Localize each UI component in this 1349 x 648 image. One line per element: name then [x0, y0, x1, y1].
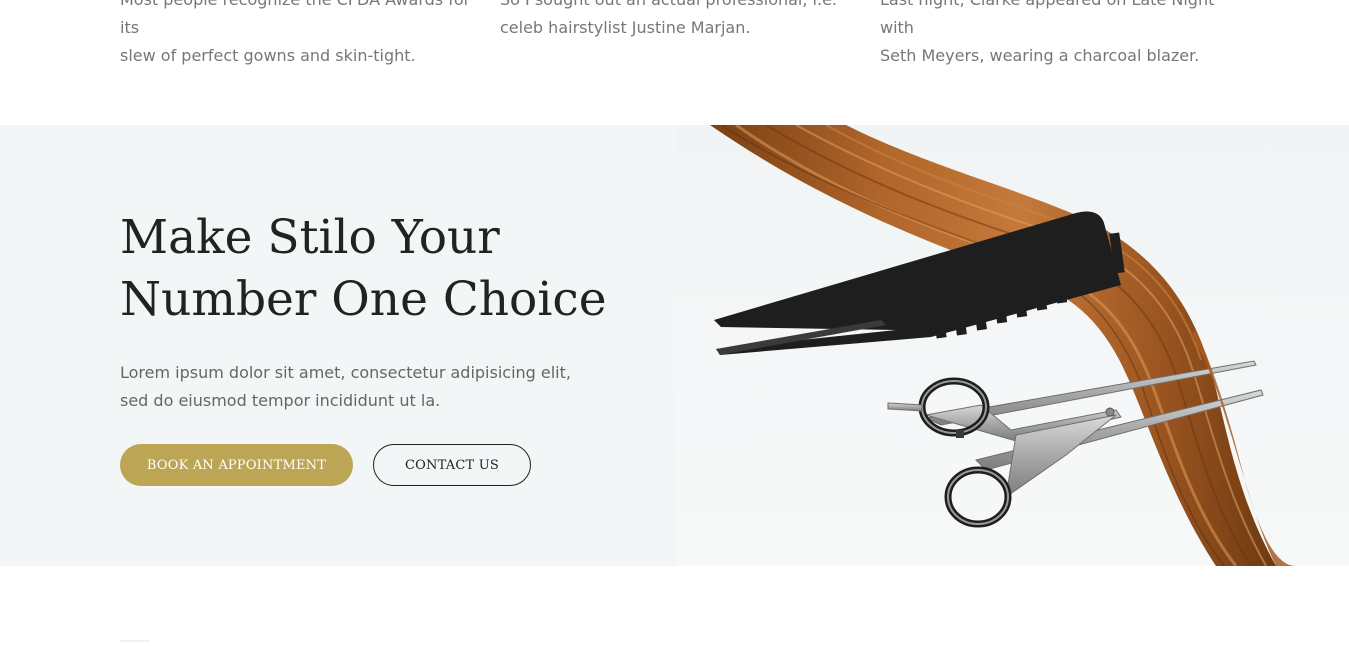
next-section-divider: [120, 640, 150, 642]
cta-description-line-1: Lorem ipsum dolor sit amet, consectetur …: [120, 363, 571, 382]
excerpt-3-line-2: Seth Meyers, wearing a charcoal blazer.: [880, 46, 1200, 65]
excerpt-1: Most people recognize the CFDA Awards fo…: [120, 0, 480, 70]
cta-description: Lorem ipsum dolor sit amet, consectetur …: [120, 359, 571, 415]
blog-excerpts: Most people recognize the CFDA Awards fo…: [0, 0, 1349, 125]
excerpt-2-line-2: celeb hairstylist Justine Marjan.: [500, 18, 751, 37]
excerpt-2: So I sought out an actual professional, …: [500, 0, 860, 42]
cta-section: Make Stilo Your Number One Choice Lorem …: [0, 125, 1349, 566]
excerpt-3: Last night, Clarke appeared on Late Nigh…: [880, 0, 1240, 70]
cta-title-line-2: Number One Choice: [120, 272, 607, 327]
cta-title-line-1: Make Stilo Your: [120, 210, 500, 265]
cta-title: Make Stilo Your Number One Choice: [120, 207, 640, 331]
excerpt-1-line-2: slew of perfect gowns and skin-tight.: [120, 46, 416, 65]
hair-comb-scissors-image: [676, 125, 1349, 566]
book-appointment-button[interactable]: BOOK AN APPOINTMENT: [120, 444, 353, 486]
excerpt-1-line-1: Most people recognize the CFDA Awards fo…: [120, 0, 470, 37]
cta-description-line-2: sed do eiusmod tempor incididunt ut la.: [120, 391, 441, 410]
excerpt-2-line-1: So I sought out an actual professional, …: [500, 0, 837, 9]
contact-us-button[interactable]: CONTACT US: [373, 444, 531, 486]
excerpt-3-line-1: Last night, Clarke appeared on Late Nigh…: [880, 0, 1214, 37]
